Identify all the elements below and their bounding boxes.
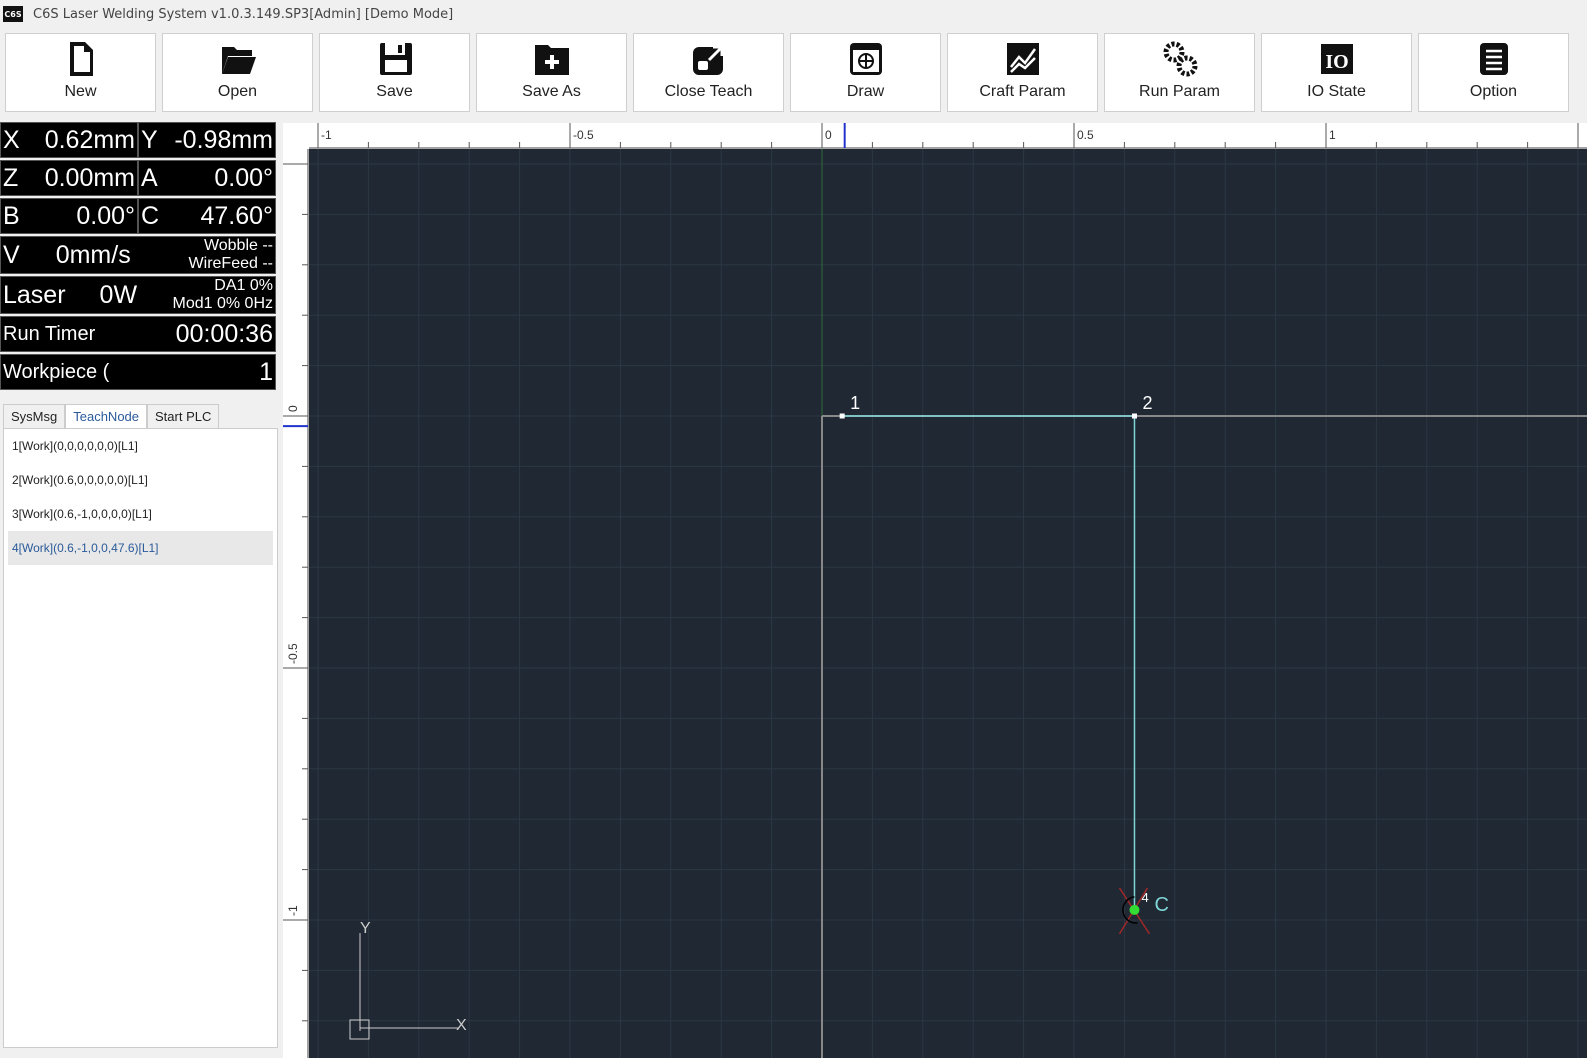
save-button[interactable]: Save xyxy=(319,33,470,112)
x-readout: X 0.62mm xyxy=(0,122,138,158)
app-logo: C6S xyxy=(3,6,23,22)
external-link-icon xyxy=(692,45,723,75)
path-node xyxy=(1131,413,1137,419)
button-label: Craft Param xyxy=(979,83,1066,100)
title-bar: C6S C6S Laser Welding System v1.0.3.149.… xyxy=(0,0,1587,28)
laser-value: 0W xyxy=(99,280,138,309)
c-label: C xyxy=(141,201,160,230)
button-label: Run Param xyxy=(1139,83,1220,100)
button-label: Draw xyxy=(846,83,885,100)
panel-tabs: SysMsg TeachNode Start PLC xyxy=(3,404,220,429)
wirefeed-value: WireFeed -- xyxy=(188,255,273,272)
y-label: Y xyxy=(141,125,158,154)
new-button[interactable]: New xyxy=(5,33,156,112)
folder-open-icon xyxy=(221,47,256,74)
v-value: 0mm/s xyxy=(55,240,131,269)
list-item[interactable]: 4[Work](0.6,-1,0,0,47.6)[L1] xyxy=(8,531,273,565)
close-teach-button[interactable]: Close Teach xyxy=(633,33,784,112)
timer-label: Run Timer xyxy=(3,322,96,345)
b-label: B xyxy=(3,201,20,230)
timer-value: 00:00:36 xyxy=(175,319,273,348)
wobble-value: Wobble -- xyxy=(203,237,273,254)
a-readout: A 0.00° xyxy=(138,160,276,196)
option-button[interactable]: Option xyxy=(1418,33,1569,112)
button-label: Save xyxy=(376,83,413,100)
x-tick-label: -1 xyxy=(321,128,332,142)
y-value: -0.98mm xyxy=(174,125,273,154)
y-tick-label: 0 xyxy=(286,405,300,412)
v-label: V xyxy=(3,240,20,269)
path-node xyxy=(839,413,845,419)
y-tick-label: -1 xyxy=(286,905,300,916)
a-label: A xyxy=(141,163,158,192)
x-tick-label: -0.5 xyxy=(573,128,594,142)
z-value: 0.00mm xyxy=(44,163,135,192)
button-label: Open xyxy=(217,83,258,100)
x-tick-label: 1 xyxy=(1329,128,1336,142)
folder-plus-icon xyxy=(534,45,569,75)
x-value: 0.62mm xyxy=(44,125,135,154)
button-label: Close Teach xyxy=(664,83,753,100)
workpiece-count: Workpiece ( 1 xyxy=(0,354,276,390)
list-item[interactable]: 2[Work](0.6,0,0,0,0,0)[L1] xyxy=(8,463,273,497)
a-value: 0.00° xyxy=(214,163,273,192)
draw-icon xyxy=(849,43,882,75)
gears-icon xyxy=(1163,41,1197,77)
file-icon xyxy=(69,42,93,76)
button-label: New xyxy=(64,83,97,100)
open-button[interactable]: Open xyxy=(162,33,313,112)
b-readout: B 0.00° xyxy=(0,198,138,234)
c-readout: C 47.60° xyxy=(138,198,276,234)
mod1-value: Mod1 0% 0Hz xyxy=(172,295,274,312)
svg-text:IO: IO xyxy=(1325,51,1348,73)
status-panel: X 0.62mm Y -0.98mm Z 0.00mm A 0.00° B 0.00° C… xyxy=(0,122,277,392)
run-timer: Run Timer 00:00:36 xyxy=(0,316,276,352)
velocity-readout: V 0mm/s Wobble -- WireFeed -- xyxy=(0,236,276,274)
craft-param-button[interactable]: Craft Param xyxy=(947,33,1098,112)
draw-button[interactable]: Draw xyxy=(790,33,941,112)
list-item[interactable]: 1[Work](0,0,0,0,0,0)[L1] xyxy=(8,429,273,463)
x-tick-label: 0.5 xyxy=(1077,128,1094,142)
z-label: Z xyxy=(3,163,19,192)
tab-sysmsg[interactable]: SysMsg xyxy=(3,404,66,429)
current-position-marker xyxy=(1129,904,1140,915)
io-icon: IO xyxy=(1320,44,1353,74)
teach-node-list: 1[Work](0,0,0,0,0,0)[L1] 2[Work](0.6,0,0,… xyxy=(3,428,278,1048)
canvas-background xyxy=(309,149,1587,1058)
laser-readout: Laser 0W DA1 0% Mod1 0% 0Hz xyxy=(0,276,276,314)
button-label: Option xyxy=(1469,83,1518,100)
list-icon xyxy=(1479,43,1508,75)
node-label: 4 xyxy=(1141,890,1148,905)
save-as-button[interactable]: Save As xyxy=(476,33,627,112)
chart-icon xyxy=(1006,43,1039,75)
ucs-y-label: Y xyxy=(360,920,371,937)
list-item[interactable]: 3[Work](0.6,-1,0,0,0,0)[L1] xyxy=(8,497,273,531)
window-title: C6S Laser Welding System v1.0.3.149.SP3[… xyxy=(33,6,454,22)
x-label: X xyxy=(3,125,20,154)
button-label: Save As xyxy=(522,83,581,100)
drawing-canvas[interactable]: -1 -0.5 0 0.5 1 0 -0.5 -1 1 2 4 C Y X xyxy=(283,123,1587,1058)
node-label: 1 xyxy=(850,393,860,413)
save-icon xyxy=(379,43,412,75)
button-label: IO State xyxy=(1307,83,1366,100)
z-readout: Z 0.00mm xyxy=(0,160,138,196)
workpiece-label: Workpiece ( xyxy=(3,360,110,383)
run-param-button[interactable]: Run Param xyxy=(1104,33,1255,112)
tab-start-plc[interactable]: Start PLC xyxy=(147,404,220,429)
workpiece-value: 1 xyxy=(259,357,273,386)
laser-label: Laser xyxy=(3,280,66,309)
y-readout: Y -0.98mm xyxy=(138,122,276,158)
tab-teachnode[interactable]: TeachNode xyxy=(65,404,148,429)
node-label: 2 xyxy=(1142,393,1152,413)
current-label: C xyxy=(1154,894,1168,916)
b-value: 0.00° xyxy=(76,201,135,230)
x-tick-label: 0 xyxy=(825,128,832,142)
ucs-x-label: X xyxy=(456,1017,467,1034)
y-tick-label: -0.5 xyxy=(286,643,300,664)
da1-value: DA1 0% xyxy=(214,277,273,294)
toolbar: New Open Save Save As Close Teach Draw Craft P… xyxy=(0,33,1587,113)
c-value: 47.60° xyxy=(200,201,273,230)
io-state-button[interactable]: IO IO State xyxy=(1261,33,1412,112)
